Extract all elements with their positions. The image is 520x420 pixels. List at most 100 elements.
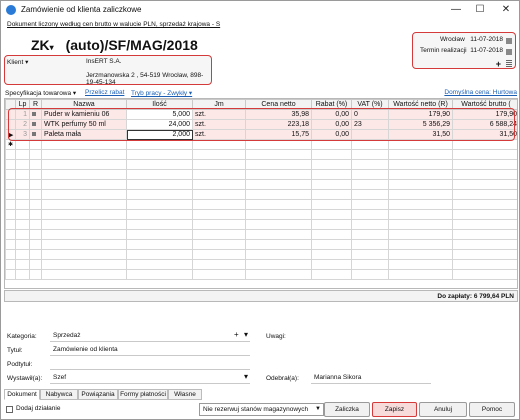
row-marker[interactable] bbox=[5, 119, 16, 130]
cell-wartosc-netto[interactable]: 179,90 bbox=[388, 109, 453, 120]
empty-cell bbox=[15, 249, 30, 260]
tab-dokument[interactable]: Dokument bbox=[4, 389, 40, 400]
cell-r[interactable] bbox=[29, 129, 42, 140]
col-wartosc-brutto[interactable]: Wartość brutto ( bbox=[452, 99, 517, 110]
specification-menu[interactable]: Specyfikacja towarowa ▾ bbox=[5, 89, 76, 97]
add-action-checkbox[interactable] bbox=[6, 406, 13, 413]
empty-cell[interactable] bbox=[15, 139, 30, 150]
help-button[interactable]: Pomoc bbox=[469, 402, 515, 417]
cell-wartosc-brutto[interactable]: 31,50 bbox=[452, 129, 517, 140]
new-row[interactable]: ✱ bbox=[5, 139, 517, 150]
new-row-marker[interactable]: ✱ bbox=[5, 139, 16, 150]
category-add-icon[interactable]: + bbox=[234, 330, 239, 339]
title-field[interactable]: Zamówienie od klienta bbox=[50, 345, 250, 356]
add-date-icon[interactable]: + bbox=[496, 59, 501, 69]
cell-jm[interactable]: szt. bbox=[192, 119, 246, 130]
cell-nazwa[interactable]: Paleta mała bbox=[41, 129, 127, 140]
empty-cell[interactable] bbox=[452, 139, 517, 150]
close-button[interactable]: ✕ bbox=[495, 2, 517, 17]
cell-lp[interactable]: 3 bbox=[15, 129, 30, 140]
cell-lp[interactable]: 1 bbox=[15, 109, 30, 120]
col-wartosc-netto[interactable]: Wartość netto (R) bbox=[388, 99, 453, 110]
tab-wlasne[interactable]: Własne bbox=[168, 389, 202, 400]
col-ilosc[interactable]: Ilość bbox=[126, 99, 193, 110]
empty-cell bbox=[41, 159, 127, 170]
cell-wartosc-netto[interactable]: 5 356,29 bbox=[388, 119, 453, 130]
cell-ilosc[interactable]: 2,000 bbox=[126, 129, 193, 140]
empty-cell[interactable] bbox=[388, 139, 453, 150]
receiver-field[interactable]: Marianna Sikora bbox=[311, 373, 431, 384]
cell-r[interactable] bbox=[29, 109, 42, 120]
empty-cell[interactable] bbox=[245, 139, 312, 150]
empty-cell bbox=[41, 169, 127, 180]
tab-powiazania[interactable]: Powiązania bbox=[78, 389, 118, 400]
cell-wartosc-brutto[interactable]: 6 588,24 bbox=[452, 119, 517, 130]
row-marker[interactable] bbox=[5, 109, 16, 120]
minimize-button[interactable]: — bbox=[445, 2, 467, 17]
cell-cena-netto[interactable]: 223,18 bbox=[245, 119, 312, 130]
issuer-field[interactable]: Szef bbox=[50, 373, 250, 384]
cell-wartosc-brutto[interactable]: 179,90 bbox=[452, 109, 517, 120]
empty-cell[interactable] bbox=[29, 139, 42, 150]
cell-nazwa[interactable]: WTK perfumy 50 ml bbox=[41, 119, 127, 130]
col-jm[interactable]: Jm bbox=[192, 99, 246, 110]
cell-r[interactable] bbox=[29, 119, 42, 130]
issuer-dropdown-icon[interactable]: ▾ bbox=[244, 372, 248, 381]
cell-ilosc[interactable]: 5,000 bbox=[126, 109, 193, 120]
default-price-link[interactable]: Domyślna cena: Hurtowa bbox=[444, 89, 517, 96]
maximize-button[interactable]: ☐ bbox=[469, 2, 491, 17]
category-dropdown-icon[interactable]: ▾ bbox=[244, 330, 248, 339]
due-date-row[interactable]: Termin realizacji 11-07-2018 bbox=[413, 47, 503, 54]
cell-ilosc[interactable]: 24,000 bbox=[126, 119, 193, 130]
cell-vat[interactable]: 0 bbox=[351, 109, 389, 120]
col-vat[interactable]: VAT (%) bbox=[351, 99, 389, 110]
tab-nabywca[interactable]: Nabywca bbox=[40, 389, 78, 400]
calendar-icon[interactable] bbox=[506, 49, 512, 55]
cell-rabat[interactable]: 0,00 bbox=[311, 109, 352, 120]
empty-cell[interactable] bbox=[126, 139, 193, 150]
cell-jm[interactable]: szt. bbox=[192, 109, 246, 120]
col-r[interactable]: R bbox=[29, 99, 42, 110]
cell-lp[interactable]: 2 bbox=[15, 119, 30, 130]
table-row[interactable]: 2 WTK perfumy 50 ml 24,000 szt. 223,18 0,00 23… bbox=[5, 119, 517, 130]
recalculate-discount-link[interactable]: Przelicz rabat bbox=[85, 89, 124, 96]
cell-cena-netto[interactable]: 35,98 bbox=[245, 109, 312, 120]
cell-cena-netto[interactable]: 15,75 bbox=[245, 129, 312, 140]
empty-cell[interactable] bbox=[41, 139, 127, 150]
cancel-button[interactable]: Anuluj bbox=[419, 402, 467, 417]
empty-cell bbox=[41, 259, 127, 270]
empty-cell[interactable] bbox=[192, 139, 246, 150]
cell-jm[interactable]: szt. bbox=[192, 129, 246, 140]
cell-wartosc-netto[interactable]: 31,50 bbox=[388, 129, 453, 140]
col-cena-netto[interactable]: Cena netto bbox=[245, 99, 312, 110]
cell-vat[interactable]: 23 bbox=[351, 119, 389, 130]
cell-rabat[interactable]: 0,00 bbox=[311, 119, 352, 130]
advance-button[interactable]: Zaliczka bbox=[324, 402, 370, 417]
col-lp[interactable]: Lp bbox=[15, 99, 30, 110]
table-row[interactable]: ▶ 3 Paleta mała 2,000 szt. 15,75 0,00 31,50 31,5… bbox=[5, 129, 517, 140]
document-type-selector[interactable]: ZK▾ bbox=[31, 37, 54, 53]
reservation-select[interactable]: Nie rezerwuj stanów magazynowych ▼ bbox=[199, 403, 324, 416]
work-mode-link[interactable]: Tryb pracy - Zwykły ▾ bbox=[131, 89, 192, 97]
table-row[interactable]: 1 Puder w kamieniu 06 5,000 szt. 35,98 0,00 0 1… bbox=[5, 109, 517, 120]
empty-cell bbox=[452, 249, 517, 260]
cell-rabat[interactable]: 0,00 bbox=[311, 129, 352, 140]
subtitle-field[interactable] bbox=[50, 359, 250, 370]
save-button[interactable]: Zapisz bbox=[372, 402, 417, 417]
calendar-icon[interactable] bbox=[506, 38, 512, 44]
row-marker[interactable]: ▶ bbox=[5, 129, 16, 140]
client-selector[interactable]: Klient ▾ bbox=[7, 58, 28, 66]
tab-formy-platnosci[interactable]: Formy płatności bbox=[118, 389, 168, 400]
col-nazwa[interactable]: Nazwa bbox=[41, 99, 127, 110]
empty-cell[interactable] bbox=[311, 139, 352, 150]
cell-vat[interactable] bbox=[351, 129, 389, 140]
category-field[interactable]: Sprzedaż bbox=[50, 331, 250, 342]
city-date-row[interactable]: Wrocław 11-07-2018 bbox=[413, 36, 503, 43]
menu-icon[interactable] bbox=[506, 60, 512, 67]
cell-nazwa[interactable]: Puder w kamieniu 06 bbox=[41, 109, 127, 120]
empty-cell[interactable] bbox=[351, 139, 389, 150]
empty-cell bbox=[29, 269, 42, 280]
col-rabat[interactable]: Rabat (%) bbox=[311, 99, 352, 110]
document-subtitle[interactable]: Dokument liczony według cen brutto w wal… bbox=[7, 21, 220, 28]
empty-cell bbox=[15, 149, 30, 160]
